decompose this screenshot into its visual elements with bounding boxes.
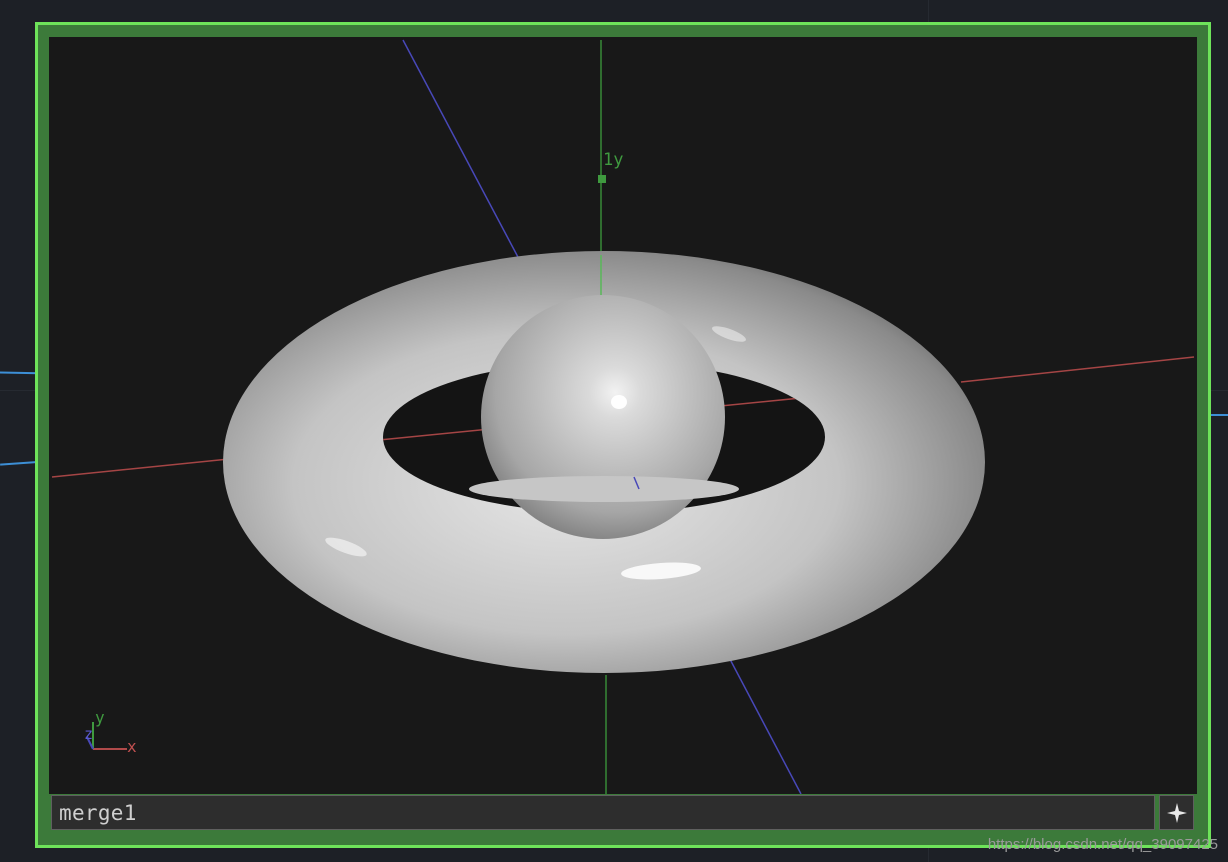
x-axis-line <box>960 356 1195 383</box>
four-point-star-icon <box>1166 802 1187 823</box>
gizmo-y-label: y <box>95 708 105 727</box>
axis-gizmo: y z x <box>84 708 137 756</box>
node-name-field[interactable]: merge1 <box>51 795 1155 830</box>
node-name-label: merge1 <box>59 801 137 825</box>
gizmo-x-label: x <box>127 737 137 756</box>
viewer-toggle-button[interactable] <box>1159 795 1194 830</box>
z-axis-line <box>402 39 520 260</box>
watermark-text: https://blog.csdn.net/qq_39097425 <box>987 836 1218 853</box>
x-axis-line <box>51 458 230 478</box>
node-viewer[interactable]: 1y y z x <box>49 37 1197 794</box>
network-editor-canvas[interactable]: 1y y z x merge1 https://blog.csdn.net/qq… <box>0 0 1228 862</box>
gizmo-z-label: z <box>84 725 93 743</box>
y-axis-tick <box>598 175 606 183</box>
viewport-render: 1y y z x <box>51 39 1195 794</box>
y-axis-tick-label: 1y <box>603 150 623 170</box>
